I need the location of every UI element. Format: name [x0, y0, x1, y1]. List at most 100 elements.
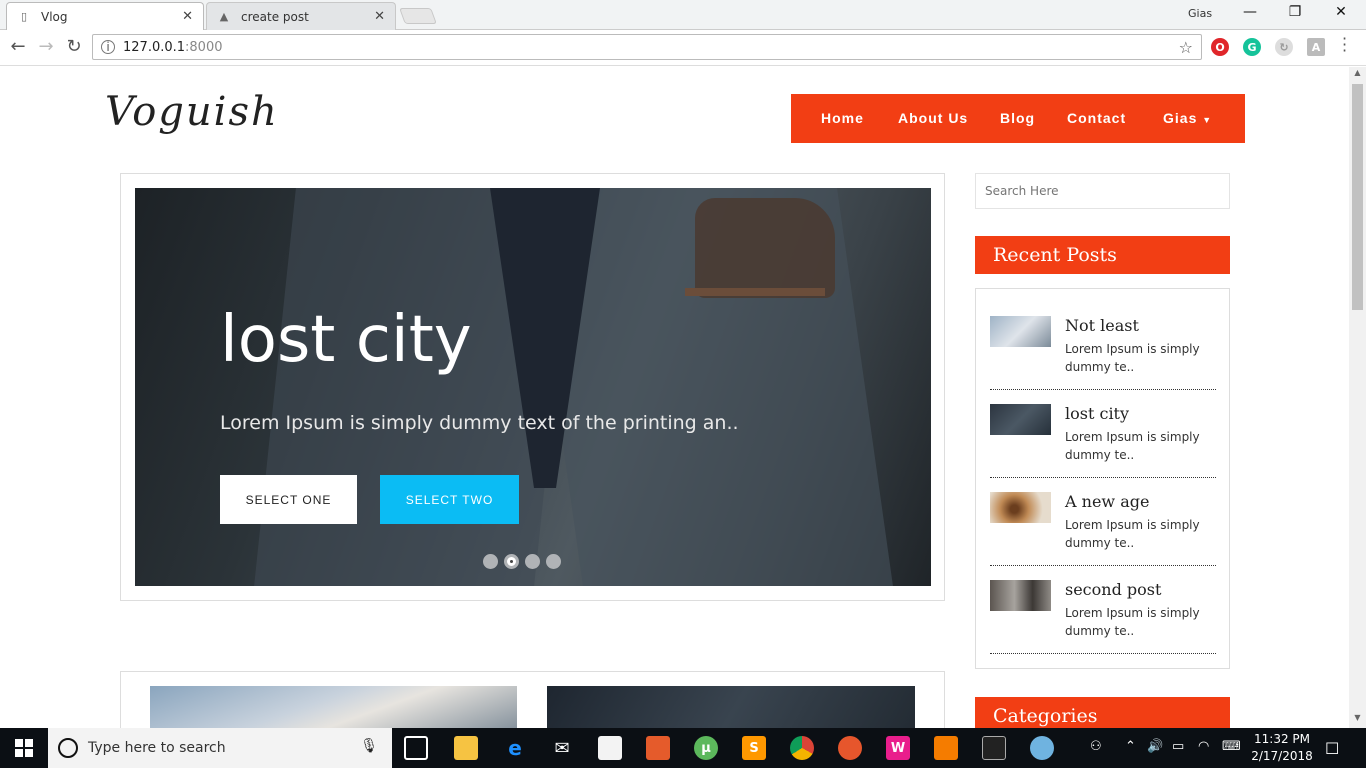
site-logo[interactable]: Voguish — [105, 89, 279, 135]
tab-create-post[interactable]: ▲ create post ✕ — [206, 2, 396, 30]
triangle-icon: ▲ — [219, 10, 229, 23]
post-thumbnail[interactable] — [990, 404, 1051, 435]
file-explorer-icon[interactable] — [454, 736, 478, 760]
clock-date: 2/17/2018 — [1251, 749, 1313, 763]
recent-post-item[interactable]: A new age Lorem Ipsum is simply dummy te… — [990, 478, 1216, 566]
post-thumbnail[interactable] — [990, 492, 1051, 523]
search-input[interactable] — [975, 173, 1230, 209]
taskbar-clock[interactable]: 11:32 PM 2/17/2018 — [1250, 731, 1314, 765]
paint-icon[interactable] — [1030, 736, 1054, 760]
extension-icon[interactable]: ↻ — [1275, 38, 1293, 56]
post-title[interactable]: Not least — [1065, 316, 1139, 335]
post-thumbnail[interactable] — [990, 316, 1051, 347]
select-two-button[interactable]: SELECT TWO — [380, 475, 519, 524]
nav-user-dropdown[interactable]: Gias ▼ — [1163, 110, 1212, 126]
close-window-icon[interactable]: ✕ — [1321, 4, 1361, 20]
pdf-extension-icon[interactable]: A — [1307, 38, 1325, 56]
taskbar-search[interactable]: Type here to search 🎙 — [48, 728, 392, 768]
mail-icon[interactable]: ✉ — [550, 736, 574, 760]
recent-post-item[interactable]: lost city Lorem Ipsum is simply dummy te… — [990, 390, 1216, 478]
post-card-image[interactable] — [547, 686, 915, 728]
windows-start-icon[interactable] — [0, 728, 48, 768]
scrollbar-thumb[interactable] — [1352, 84, 1363, 310]
url-port: :8000 — [185, 39, 223, 55]
nav-home[interactable]: Home — [821, 110, 864, 126]
cortana-icon[interactable] — [58, 738, 78, 758]
postman-icon[interactable] — [838, 736, 862, 760]
chrome-icon[interactable] — [790, 736, 814, 760]
edge-icon[interactable]: e — [503, 736, 527, 760]
main-nav: Home About Us Blog Contact Gias ▼ — [791, 94, 1245, 143]
slider-container: lost city Lorem Ipsum is simply dummy te… — [120, 173, 945, 601]
microphone-icon[interactable]: 🎙 — [360, 738, 378, 754]
slide-text: Lorem Ipsum is simply dummy text of the … — [220, 412, 739, 434]
utorrent-icon[interactable]: µ — [694, 736, 718, 760]
new-tab-button[interactable] — [399, 8, 437, 24]
windows-taskbar: Type here to search 🎙 e ✉ µ S W ⚇ ⌃ 🔊 ▭ … — [0, 728, 1366, 768]
recent-posts-list: Not least Lorem Ipsum is simply dummy te… — [975, 288, 1230, 669]
people-icon[interactable]: ⚇ — [1090, 739, 1102, 754]
caret-down-icon: ▼ — [1202, 115, 1213, 125]
wamp-icon[interactable]: W — [886, 736, 910, 760]
slide-photo-pocket — [685, 288, 825, 296]
volume-icon[interactable]: 🔊 — [1147, 739, 1163, 754]
web-page: Voguish Home About Us Blog Contact Gias … — [0, 67, 1349, 728]
close-tab-icon[interactable]: ✕ — [182, 9, 193, 24]
tray-chevron-icon[interactable]: ⌃ — [1125, 739, 1136, 754]
select-one-button[interactable]: SELECT ONE — [220, 475, 357, 524]
restore-icon[interactable]: ❐ — [1275, 4, 1315, 20]
opera-extension-icon[interactable]: O — [1211, 38, 1229, 56]
post-title[interactable]: A new age — [1065, 492, 1149, 511]
scroll-up-icon[interactable]: ▲ — [1349, 68, 1366, 82]
xampp-icon[interactable] — [934, 736, 958, 760]
keyboard-icon[interactable]: ⌨ — [1222, 739, 1241, 754]
post-card-image[interactable] — [150, 686, 517, 728]
nav-about-us[interactable]: About Us — [898, 110, 968, 126]
tab-vlog[interactable]: ▯ Vlog ✕ — [6, 2, 204, 30]
url-host: 127.0.0.1 — [123, 39, 186, 55]
info-icon[interactable]: i — [101, 40, 115, 54]
slider-dot[interactable] — [525, 554, 540, 569]
address-toolbar: ← → ↻ i 127.0.0.1 :8000 ☆ O G ↻ A · · · — [0, 30, 1366, 66]
url-bar[interactable]: i 127.0.0.1 :8000 ☆ — [92, 34, 1202, 60]
slide-image: lost city Lorem Ipsum is simply dummy te… — [135, 188, 931, 586]
slider-dots — [483, 554, 561, 569]
store-icon[interactable] — [598, 736, 622, 760]
minimize-icon[interactable]: — — [1230, 4, 1270, 20]
wifi-icon[interactable]: ◠ — [1198, 739, 1209, 754]
reload-icon[interactable]: ↻ — [62, 36, 86, 57]
nav-contact[interactable]: Contact — [1067, 110, 1126, 126]
slider-dot-active[interactable] — [504, 554, 519, 569]
profile-name[interactable]: Gias — [1188, 7, 1212, 20]
notifications-icon[interactable]: ☐ — [1325, 739, 1339, 758]
post-thumbnail[interactable] — [990, 580, 1051, 611]
nav-blog[interactable]: Blog — [1000, 110, 1035, 126]
terminal-icon[interactable] — [982, 736, 1006, 760]
slider-dot[interactable] — [483, 554, 498, 569]
post-excerpt: Lorem Ipsum is simply dummy te.. — [1065, 430, 1200, 462]
slide-title: lost city — [220, 303, 472, 377]
taskbar-search-placeholder: Type here to search — [88, 740, 226, 756]
speaker-app-icon[interactable] — [646, 736, 670, 760]
recent-posts-heading: Recent Posts — [975, 236, 1230, 274]
recent-post-item[interactable]: second post Lorem Ipsum is simply dummy … — [990, 566, 1216, 654]
post-title[interactable]: lost city — [1065, 404, 1129, 423]
post-title[interactable]: second post — [1065, 580, 1161, 599]
menu-icon[interactable]: · · · — [1342, 31, 1347, 59]
clock-time: 11:32 PM — [1254, 732, 1310, 746]
tab-title: create post — [241, 9, 309, 24]
task-view-icon[interactable] — [404, 736, 428, 760]
sublime-text-icon[interactable]: S — [742, 736, 766, 760]
grammarly-extension-icon[interactable]: G — [1243, 38, 1261, 56]
slider-dot[interactable] — [546, 554, 561, 569]
bookmark-star-icon[interactable]: ☆ — [1179, 38, 1193, 57]
back-icon[interactable]: ← — [6, 36, 30, 57]
forward-icon[interactable]: → — [34, 36, 58, 57]
nav-user-label: Gias — [1163, 110, 1198, 126]
battery-icon[interactable]: ▭ — [1172, 739, 1184, 754]
post-excerpt: Lorem Ipsum is simply dummy te.. — [1065, 606, 1200, 638]
recent-post-item[interactable]: Not least Lorem Ipsum is simply dummy te… — [990, 302, 1216, 390]
post-excerpt: Lorem Ipsum is simply dummy te.. — [1065, 518, 1200, 550]
scroll-down-icon[interactable]: ▼ — [1349, 713, 1366, 727]
close-tab-icon[interactable]: ✕ — [374, 9, 385, 24]
